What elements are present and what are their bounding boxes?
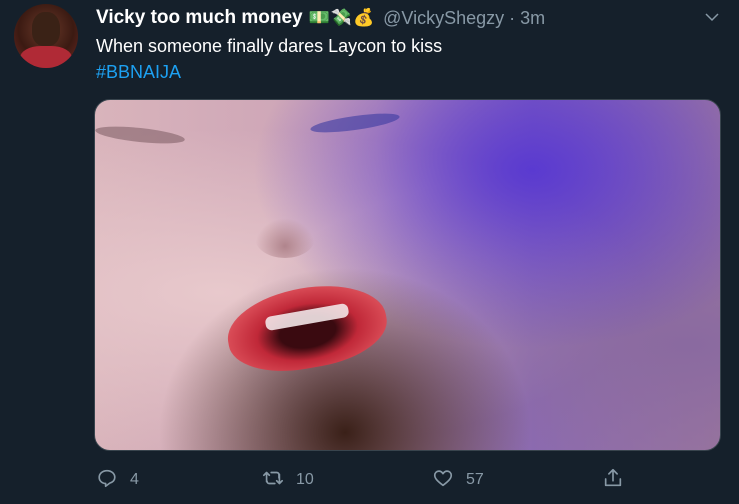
hashtag-link[interactable]: #BBNAIJA bbox=[96, 62, 181, 83]
tweet-media-image[interactable] bbox=[94, 99, 721, 451]
tweet-actions-bar: 4 10 57 bbox=[96, 466, 636, 494]
user-handle[interactable]: @VickyShegzy bbox=[383, 8, 504, 29]
image-shape bbox=[309, 109, 401, 137]
image-shape bbox=[95, 123, 186, 147]
reply-icon bbox=[96, 467, 118, 494]
avatar-shirt bbox=[20, 46, 72, 68]
reply-count: 4 bbox=[130, 471, 139, 488]
display-name[interactable]: Vicky too much money bbox=[96, 7, 303, 29]
tweet-text: When someone finally dares Laycon to kis… bbox=[96, 36, 443, 56]
share-icon bbox=[602, 467, 624, 494]
like-count: 57 bbox=[466, 471, 484, 488]
retweet-icon bbox=[262, 467, 284, 494]
tweet-header: Vicky too much money 💵💸💰 @VickyShegzy · … bbox=[96, 6, 545, 30]
avatar-face bbox=[32, 12, 60, 46]
image-shape bbox=[221, 274, 393, 382]
like-button[interactable]: 57 bbox=[432, 466, 484, 494]
share-button[interactable] bbox=[602, 466, 624, 494]
reply-button[interactable]: 4 bbox=[96, 466, 139, 494]
chevron-down-icon[interactable] bbox=[703, 8, 721, 26]
avatar[interactable] bbox=[14, 4, 78, 68]
tweet-card[interactable]: Vicky too much money 💵💸💰 @VickyShegzy · … bbox=[0, 0, 739, 504]
name-emojis: 💵💸💰 bbox=[308, 8, 376, 27]
timestamp[interactable]: 3m bbox=[520, 8, 545, 29]
image-shape bbox=[255, 218, 315, 258]
retweet-count: 10 bbox=[296, 471, 314, 488]
retweet-button[interactable]: 10 bbox=[262, 466, 314, 494]
separator-dot: · bbox=[509, 7, 516, 28]
heart-icon bbox=[432, 467, 454, 494]
